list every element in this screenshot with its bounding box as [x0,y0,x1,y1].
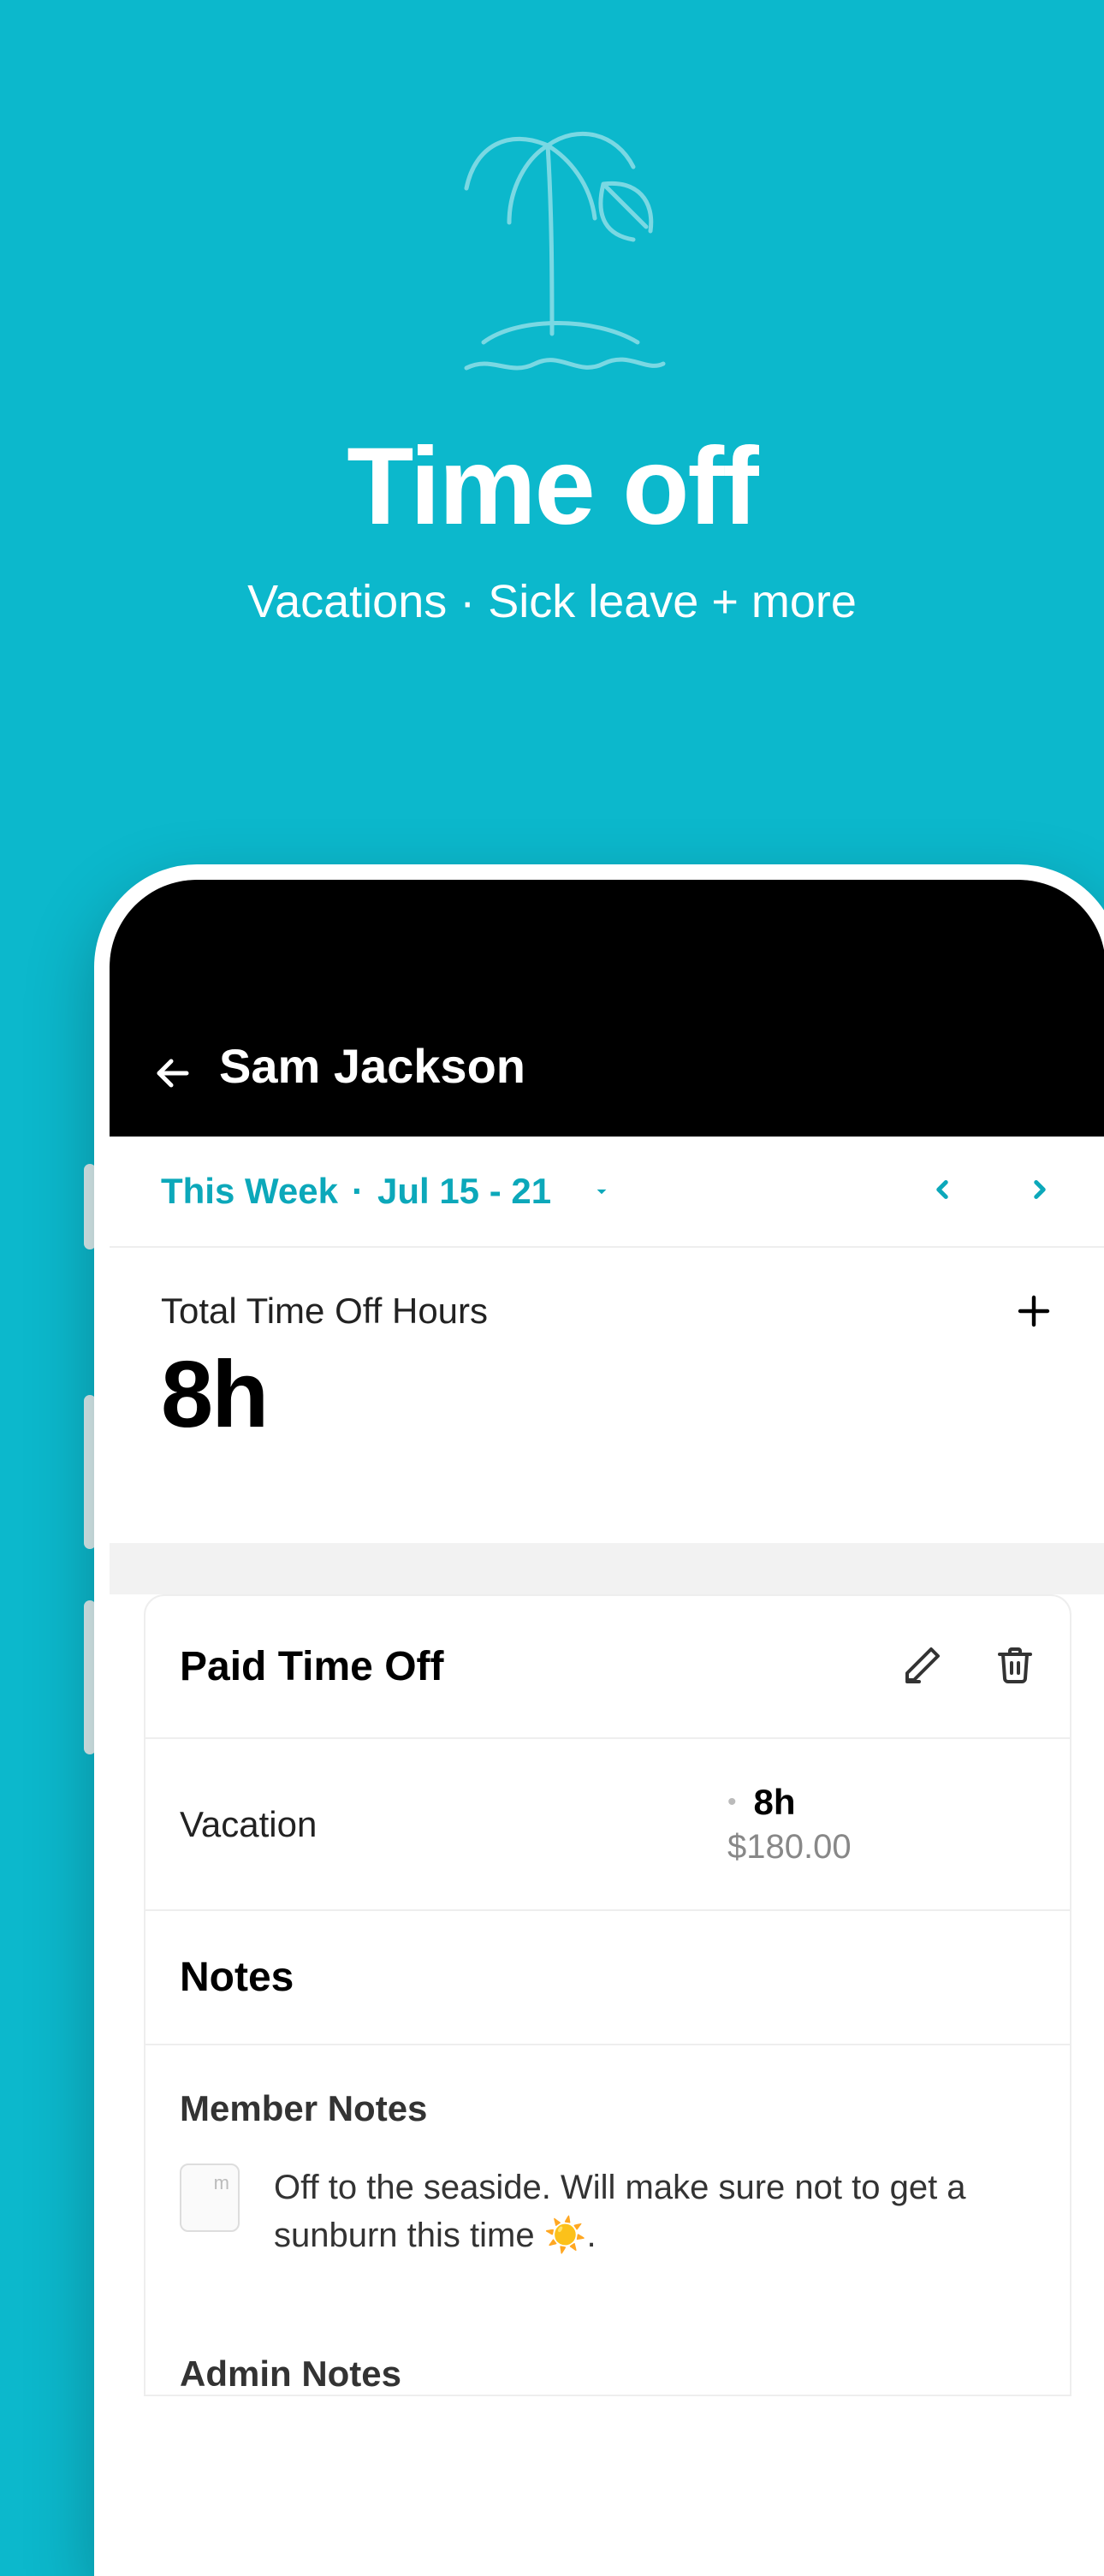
delete-button[interactable] [994,1644,1036,1689]
member-note-text: Off to the seaside. Will make sure not t… [274,2163,1036,2259]
pto-entry-row[interactable]: Vacation • 8h $180.00 [145,1739,1070,1911]
note-icon: m [180,2163,240,2232]
hero-banner: Time off Vacations · Sick leave + more [0,0,1104,628]
hero-subtitle: Vacations · Sick leave + more [0,575,1104,628]
phone-frame: Sam Jackson This Week · Jul 15 - 21 [94,864,1104,2576]
phone-screen: Sam Jackson This Week · Jul 15 - 21 [94,864,1104,2576]
island-icon [424,111,680,385]
arrow-left-icon [152,1053,193,1094]
bullet-icon: • [727,1788,737,1817]
plus-icon [1013,1291,1054,1332]
back-button[interactable] [152,1053,193,1094]
date-range-prefix: This Week [161,1171,338,1212]
date-nav [928,1175,1054,1208]
total-value: 8h [161,1340,1054,1449]
pto-entry-amount: $180.00 [727,1828,1036,1867]
pto-card-header: Paid Time Off [145,1596,1070,1739]
pto-entry-hours: 8h [754,1782,796,1823]
page-title: Sam Jackson [219,1038,525,1094]
date-range-value: Jul 15 - 21 [377,1171,551,1212]
total-summary: Total Time Off Hours 8h [110,1248,1104,1543]
next-week-button[interactable] [1025,1175,1054,1208]
member-note-row: m Off to the seaside. Will make sure not… [145,2146,1070,2311]
add-time-off-button[interactable] [1013,1286,1054,1344]
section-divider [110,1543,1104,1594]
trash-icon [994,1644,1036,1685]
pencil-icon [902,1644,943,1685]
hero-title: Time off [0,424,1104,549]
pto-entry-type: Vacation [180,1804,317,1845]
chevron-left-icon [928,1175,957,1204]
content-area: This Week · Jul 15 - 21 Total Time Off H… [110,1137,1104,2396]
chevron-right-icon [1025,1175,1054,1204]
prev-week-button[interactable] [928,1175,957,1208]
date-range-picker[interactable]: This Week · Jul 15 - 21 [110,1137,1104,1248]
admin-notes-heading: Admin Notes [145,2311,1070,2395]
edit-button[interactable] [902,1644,943,1689]
member-notes-heading: Member Notes [145,2045,1070,2146]
notes-heading: Notes [145,1911,1070,2045]
caret-down-icon [591,1180,613,1202]
pto-card: Paid Time Off [144,1594,1071,2396]
total-label: Total Time Off Hours [161,1291,1054,1332]
app-header: Sam Jackson [110,880,1104,1137]
date-range-label: This Week · Jul 15 - 21 [161,1171,613,1212]
pto-card-title: Paid Time Off [180,1643,444,1690]
